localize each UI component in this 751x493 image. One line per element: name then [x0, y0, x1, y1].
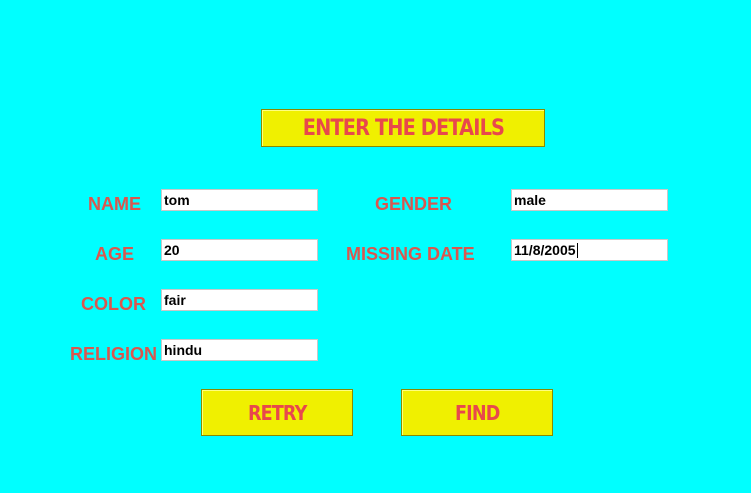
find-button-label: FIND [454, 400, 500, 425]
missing-date-value: 11/8/2005 [514, 242, 576, 258]
retry-button-label: RETRY [247, 400, 307, 425]
text-caret [576, 242, 578, 258]
gender-label: GENDER [375, 194, 453, 214]
page-title-banner: ENTER THE DETAILS [261, 109, 545, 147]
name-label: NAME [88, 194, 141, 214]
age-label: AGE [95, 244, 135, 264]
age-field[interactable] [161, 239, 318, 261]
find-button[interactable]: FIND [401, 389, 553, 436]
missing-date-field[interactable]: 11/8/2005 [511, 239, 668, 261]
religion-field[interactable] [161, 339, 318, 361]
color-label: COLOR [81, 294, 146, 314]
page-title: ENTER THE DETAILS [302, 115, 504, 141]
color-field[interactable] [161, 289, 318, 311]
missing-date-label: MISSING DATE [346, 244, 475, 264]
gender-field[interactable] [511, 189, 668, 211]
retry-button[interactable]: RETRY [201, 389, 353, 436]
religion-label: RELIGION [70, 344, 158, 364]
name-field[interactable] [161, 189, 318, 211]
